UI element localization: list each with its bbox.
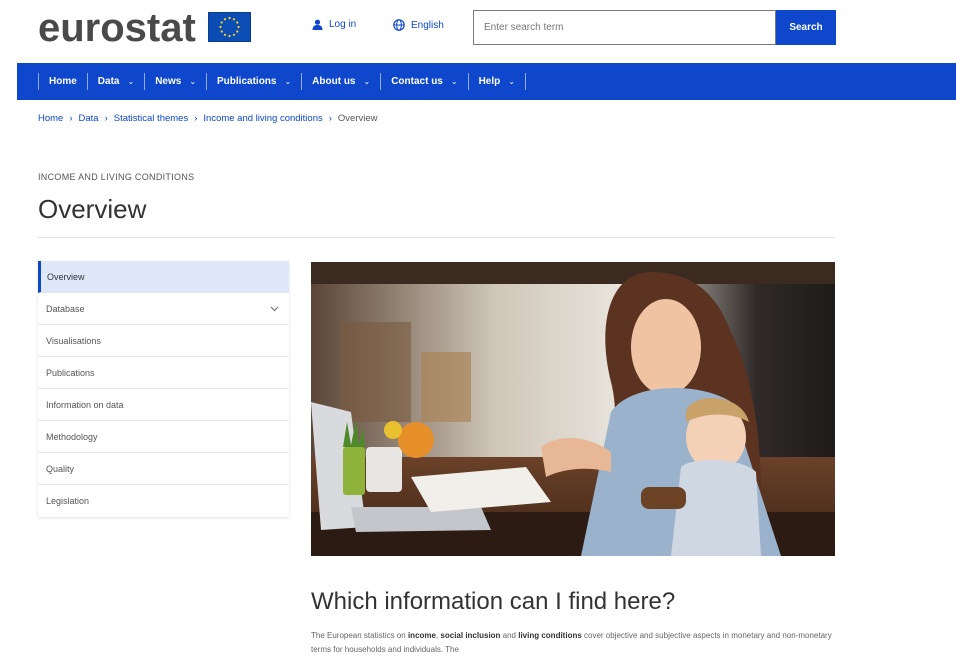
side-item-label: Publications — [46, 367, 95, 378]
side-item-visualisations[interactable]: Visualisations — [38, 325, 289, 357]
breadcrumb-link-statistical-themes[interactable]: Statistical themes — [114, 113, 188, 124]
nav-label: Publications — [217, 76, 277, 87]
search-field[interactable] — [473, 10, 776, 45]
side-item-legislation[interactable]: Legislation — [38, 485, 289, 517]
page-title: Overview — [38, 194, 147, 224]
nav-label: Data — [97, 76, 120, 87]
para-bold-income: income — [407, 631, 436, 640]
chevron-down-icon: ⌄ — [363, 77, 371, 86]
nav-item-home[interactable]: Home — [38, 73, 87, 90]
nav-item-data[interactable]: Data ⌄ — [86, 73, 144, 90]
main-nav: Home Data ⌄ News ⌄ Publications ⌄ About … — [17, 63, 956, 100]
side-item-publications[interactable]: Publications — [38, 357, 289, 389]
breadcrumb-link-home[interactable]: Home — [38, 113, 63, 124]
eu-flag-icon — [208, 12, 251, 42]
para-bold-social-inclusion: social inclusion — [440, 631, 501, 640]
para-text: and — [500, 631, 519, 640]
chevron-down-icon: ⌄ — [450, 77, 458, 86]
intro-paragraph: The European statistics on income, socia… — [311, 629, 836, 657]
breadcrumb-link-income[interactable]: Income and living conditions — [203, 113, 322, 124]
search-input[interactable] — [474, 11, 764, 44]
breadcrumb-link-data[interactable]: Data — [79, 113, 99, 124]
side-item-database[interactable]: Database — [38, 293, 289, 325]
side-item-label: Information on data — [46, 399, 124, 410]
side-item-methodology[interactable]: Methodology — [38, 421, 289, 453]
chevron-down-icon: ⌄ — [284, 77, 292, 86]
nav-item-publications[interactable]: Publications ⌄ — [206, 73, 301, 90]
section-heading: Which information can I find here? — [311, 588, 676, 615]
divider — [38, 237, 835, 238]
nav-item-about-us[interactable]: About us ⌄ — [301, 73, 380, 90]
nav-label: News — [155, 76, 182, 87]
side-item-label: Methodology — [46, 431, 98, 442]
nav-label: Home — [49, 76, 77, 87]
chevron-right-icon: › — [328, 113, 332, 124]
login-link[interactable]: Log in — [312, 19, 356, 30]
chevron-right-icon: › — [69, 113, 73, 124]
side-item-quality[interactable]: Quality — [38, 453, 289, 485]
side-item-label: Visualisations — [46, 335, 101, 346]
page-kicker: INCOME AND LIVING CONDITIONS — [38, 172, 195, 182]
chevron-down-icon[interactable] — [270, 306, 279, 312]
side-item-overview[interactable]: Overview — [38, 261, 289, 293]
side-item-information-on-data[interactable]: Information on data — [38, 389, 289, 421]
nav-label: Help — [478, 76, 501, 87]
nav-item-help[interactable]: Help ⌄ — [467, 73, 526, 90]
search-button[interactable]: Search — [776, 10, 836, 45]
side-item-label: Overview — [47, 271, 85, 282]
hero-image — [311, 262, 835, 556]
nav-item-news[interactable]: News ⌄ — [144, 73, 206, 90]
chevron-down-icon: ⌄ — [189, 77, 197, 86]
side-item-label: Database — [46, 303, 85, 314]
language-label: English — [411, 19, 444, 31]
para-text: The European statistics on — [311, 631, 408, 640]
chevron-right-icon: › — [194, 113, 198, 124]
para-bold-living-conditions: living conditions — [518, 631, 582, 640]
nav-label: About us — [312, 76, 356, 87]
chevron-down-icon: ⌄ — [127, 77, 135, 86]
language-selector[interactable]: English — [393, 19, 444, 31]
chevron-down-icon: ⌄ — [508, 77, 515, 86]
breadcrumb-current: Overview — [337, 113, 378, 124]
nav-item-contact-us[interactable]: Contact us ⌄ — [380, 73, 467, 90]
login-label: Log in — [329, 19, 357, 30]
user-icon — [312, 19, 323, 30]
eurostat-logo[interactable]: eurostat — [38, 6, 196, 50]
chevron-right-icon: › — [104, 113, 108, 124]
globe-icon — [393, 19, 405, 31]
side-item-label: Quality — [46, 463, 75, 474]
side-item-label: Legislation — [46, 496, 90, 506]
side-menu: Overview Database Visualisations Publica… — [38, 261, 289, 517]
nav-label: Contact us — [391, 76, 443, 87]
breadcrumb: Home › Data › Statistical themes › Incom… — [38, 113, 378, 124]
